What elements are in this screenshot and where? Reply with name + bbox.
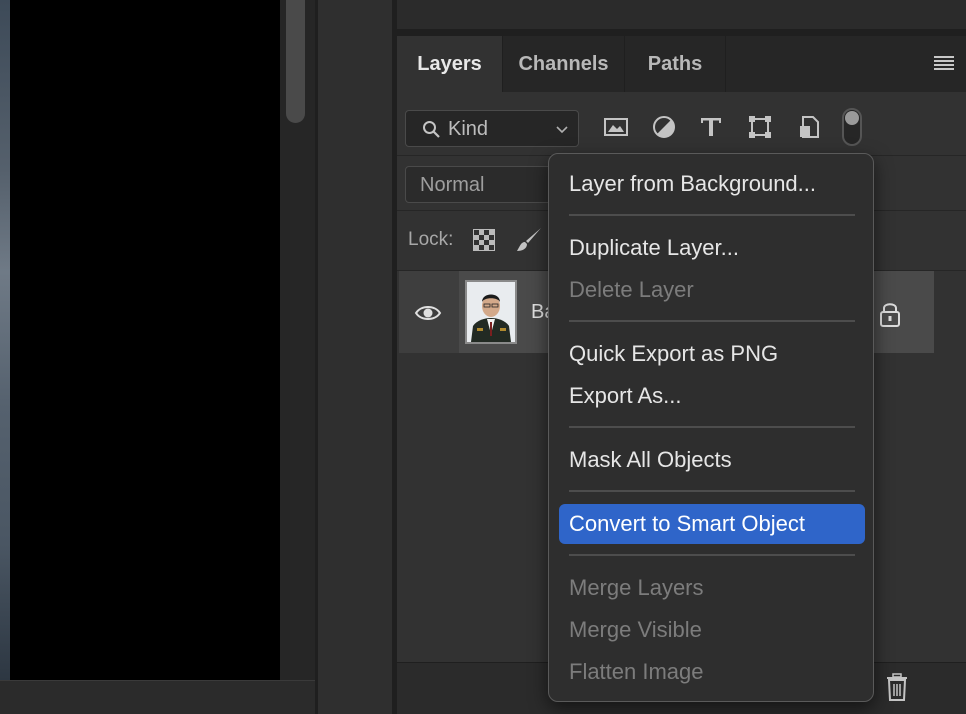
menu-item-merge-layers[interactable]: Merge Layers <box>559 568 865 608</box>
menu-separator <box>569 320 855 322</box>
menu-item-flatten-image[interactable]: Flatten Image <box>559 652 865 692</box>
filter-kind-label: Kind <box>448 118 489 140</box>
panel-menu-icon[interactable] <box>934 56 954 70</box>
photoshop-window: Layers Channels Paths Kind Normal Lock: … <box>0 0 966 714</box>
pixel-layer-filter-icon[interactable] <box>603 114 629 140</box>
shape-layer-filter-icon[interactable] <box>747 114 773 140</box>
blend-mode-select[interactable]: Normal <box>405 166 565 203</box>
upper-panel <box>397 0 966 30</box>
menu-item-mask-all-objects[interactable]: Mask All Objects <box>559 440 865 480</box>
canvas-image-edge <box>0 0 10 680</box>
menu-item-convert-to-smart-object[interactable]: Convert to Smart Object <box>559 504 865 544</box>
menu-item-layer-from-background[interactable]: Layer from Background... <box>559 164 865 204</box>
lock-icon <box>880 303 900 327</box>
adjustment-layer-filter-icon[interactable] <box>651 114 677 140</box>
horizontal-scrollbar[interactable] <box>0 680 315 714</box>
filter-toggle-switch[interactable] <box>842 108 862 146</box>
tab-layers[interactable]: Layers <box>397 36 503 92</box>
smart-object-filter-icon[interactable] <box>796 114 822 140</box>
layer-thumbnail[interactable] <box>465 280 517 344</box>
lock-label: Lock: <box>408 229 454 250</box>
trash-icon[interactable] <box>885 673 909 701</box>
menu-separator <box>569 214 855 216</box>
lock-transparent-pixels-icon[interactable] <box>473 229 495 251</box>
tab-channels[interactable]: Channels <box>503 36 625 92</box>
menu-item-delete-layer[interactable]: Delete Layer <box>559 270 865 310</box>
lock-image-pixels-icon[interactable] <box>514 226 544 254</box>
search-icon <box>423 121 440 138</box>
menu-item-duplicate-layer[interactable]: Duplicate Layer... <box>559 228 865 268</box>
layers-panel-tabbar: Layers Channels Paths <box>397 36 966 92</box>
collapsed-panel-dock <box>318 0 392 714</box>
menu-separator <box>569 554 855 556</box>
eye-icon[interactable] <box>414 301 442 325</box>
portrait-thumbnail-image <box>467 282 515 342</box>
tab-paths[interactable]: Paths <box>625 36 726 92</box>
type-layer-filter-icon[interactable] <box>698 114 724 140</box>
menu-separator <box>569 426 855 428</box>
filter-kind-select[interactable]: Kind <box>405 110 579 147</box>
menu-separator <box>569 490 855 492</box>
vertical-scrollbar-thumb[interactable] <box>286 0 305 123</box>
blend-mode-value: Normal <box>420 174 485 196</box>
menu-item-export-as[interactable]: Export As... <box>559 376 865 416</box>
toggle-knob <box>845 111 859 125</box>
document-canvas[interactable] <box>10 0 280 680</box>
menu-item-quick-export-png[interactable]: Quick Export as PNG <box>559 334 865 374</box>
menu-item-merge-visible[interactable]: Merge Visible <box>559 610 865 650</box>
chevron-down-icon <box>556 126 568 134</box>
layer-context-menu: Layer from Background... Duplicate Layer… <box>548 153 874 702</box>
